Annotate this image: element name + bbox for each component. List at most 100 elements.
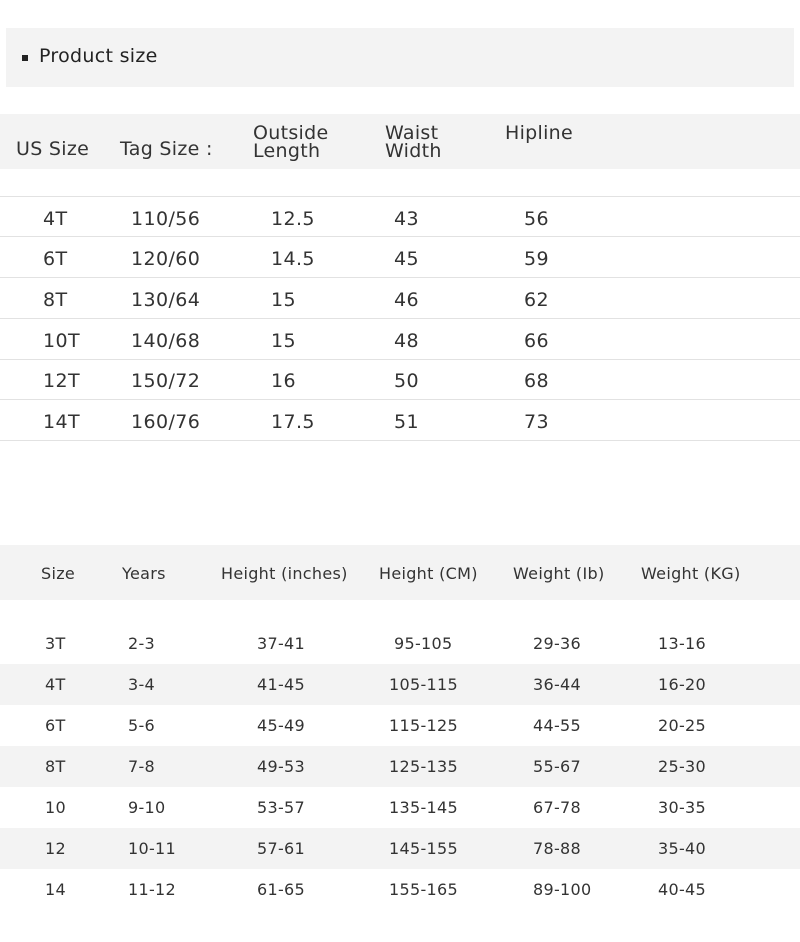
cell-height-inches: 61-65	[257, 880, 305, 899]
table-row: 6T 5-6 45-49 115-125 44-55 20-25	[0, 705, 800, 746]
cell-tag-size: 140/68	[131, 330, 201, 352]
size-table-header: US Size Tag Size : Outside Length Waist …	[0, 114, 800, 169]
cell-weight-lb: 29-36	[533, 634, 581, 653]
cell-hipline: 62	[524, 289, 549, 311]
cell-height-cm: 95-105	[394, 634, 453, 653]
header-height-inches: Height (inches)	[221, 564, 348, 583]
cell-hipline: 68	[524, 370, 549, 392]
section-header: Product size	[6, 28, 794, 87]
header-height-cm: Height (CM)	[379, 564, 478, 583]
cell-outside-length: 12.5	[271, 208, 315, 230]
cell-weight-lb: 44-55	[533, 716, 581, 735]
table-row: 14 11-12 61-65 155-165 89-100 40-45	[0, 869, 800, 910]
cell-hipline: 73	[524, 411, 549, 433]
cell-weight-lb: 36-44	[533, 675, 581, 694]
cell-years: 2-3	[128, 634, 156, 653]
cell-weight-kg: 20-25	[658, 716, 706, 735]
table-row: 10T 140/68 15 48 66	[0, 319, 800, 360]
cell-waist-width: 48	[394, 330, 419, 352]
table-row: 14T 160/76 17.5 51 73	[0, 400, 800, 441]
header-years: Years	[122, 564, 166, 583]
cell-weight-lb: 89-100	[533, 880, 592, 899]
section-title: Product size	[39, 45, 158, 67]
table-row: 6T 120/60 14.5 45 59	[0, 237, 800, 278]
cell-years: 9-10	[128, 798, 166, 817]
cell-height-inches: 37-41	[257, 634, 305, 653]
cell-years: 10-11	[128, 839, 176, 858]
header-size: Size	[41, 564, 76, 583]
cell-us-size: 4T	[43, 208, 68, 230]
table-row: 12 10-11 57-61 145-155 78-88 35-40	[0, 828, 800, 869]
cell-weight-lb: 78-88	[533, 839, 581, 858]
cell-waist-width: 50	[394, 370, 419, 392]
cell-outside-length: 16	[271, 370, 296, 392]
header-outside-length-line2: Length	[253, 140, 321, 162]
cell-size: 6T	[45, 716, 66, 735]
cell-size: 10	[45, 798, 66, 817]
cell-hipline: 66	[524, 330, 549, 352]
header-hipline: Hipline	[505, 122, 574, 144]
cell-tag-size: 130/64	[131, 289, 201, 311]
bullet-icon	[22, 55, 28, 61]
header-waist-width-line2: Width	[385, 140, 442, 162]
cell-size: 3T	[45, 634, 66, 653]
cell-weight-kg: 40-45	[658, 880, 706, 899]
table-row: 3T 2-3 37-41 95-105 29-36 13-16	[0, 623, 800, 664]
cell-us-size: 6T	[43, 248, 68, 270]
cell-waist-width: 43	[394, 208, 419, 230]
cell-height-inches: 45-49	[257, 716, 305, 735]
cell-waist-width: 46	[394, 289, 419, 311]
cell-weight-lb: 55-67	[533, 757, 581, 776]
cell-weight-kg: 30-35	[658, 798, 706, 817]
cell-tag-size: 120/60	[131, 248, 201, 270]
cell-us-size: 8T	[43, 289, 68, 311]
cell-us-size: 14T	[43, 411, 80, 433]
header-us-size: US Size	[16, 138, 90, 160]
cell-weight-kg: 16-20	[658, 675, 706, 694]
cell-height-inches: 49-53	[257, 757, 305, 776]
cell-weight-kg: 35-40	[658, 839, 706, 858]
cell-height-cm: 135-145	[389, 798, 458, 817]
table-row: 12T 150/72 16 50 68	[0, 359, 800, 400]
cell-weight-kg: 13-16	[658, 634, 706, 653]
table-row: 8T 130/64 15 46 62	[0, 278, 800, 319]
cell-size: 8T	[45, 757, 66, 776]
cell-waist-width: 45	[394, 248, 419, 270]
cell-tag-size: 150/72	[131, 370, 201, 392]
cell-waist-width: 51	[394, 411, 419, 433]
cell-size: 12	[45, 839, 66, 858]
table-row: 10 9-10 53-57 135-145 67-78 30-35	[0, 787, 800, 828]
cell-outside-length: 14.5	[271, 248, 315, 270]
age-size-table-header: Size Years Height (inches) Height (CM) W…	[0, 545, 800, 600]
table-row: 4T 3-4 41-45 105-115 36-44 16-20	[0, 664, 800, 705]
cell-hipline: 56	[524, 208, 549, 230]
header-weight-kg: Weight (KG)	[641, 564, 741, 583]
cell-us-size: 12T	[43, 370, 80, 392]
cell-outside-length: 17.5	[271, 411, 315, 433]
cell-height-inches: 41-45	[257, 675, 305, 694]
cell-years: 5-6	[128, 716, 156, 735]
table-row: 4T 110/56 12.5 43 56	[0, 196, 800, 237]
cell-weight-kg: 25-30	[658, 757, 706, 776]
cell-size: 14	[45, 880, 66, 899]
header-weight-lb: Weight (Ib)	[513, 564, 605, 583]
cell-years: 3-4	[128, 675, 156, 694]
cell-height-cm: 145-155	[389, 839, 458, 858]
cell-height-inches: 53-57	[257, 798, 305, 817]
cell-tag-size: 110/56	[131, 208, 201, 230]
cell-us-size: 10T	[43, 330, 80, 352]
cell-height-cm: 125-135	[389, 757, 458, 776]
table-row: 8T 7-8 49-53 125-135 55-67 25-30	[0, 746, 800, 787]
cell-size: 4T	[45, 675, 66, 694]
cell-years: 11-12	[128, 880, 176, 899]
cell-outside-length: 15	[271, 289, 296, 311]
cell-height-cm: 115-125	[389, 716, 458, 735]
cell-tag-size: 160/76	[131, 411, 201, 433]
cell-weight-lb: 67-78	[533, 798, 581, 817]
cell-height-inches: 57-61	[257, 839, 305, 858]
cell-height-cm: 155-165	[389, 880, 458, 899]
header-tag-size: Tag Size :	[120, 138, 213, 160]
cell-outside-length: 15	[271, 330, 296, 352]
cell-height-cm: 105-115	[389, 675, 458, 694]
cell-years: 7-8	[128, 757, 156, 776]
